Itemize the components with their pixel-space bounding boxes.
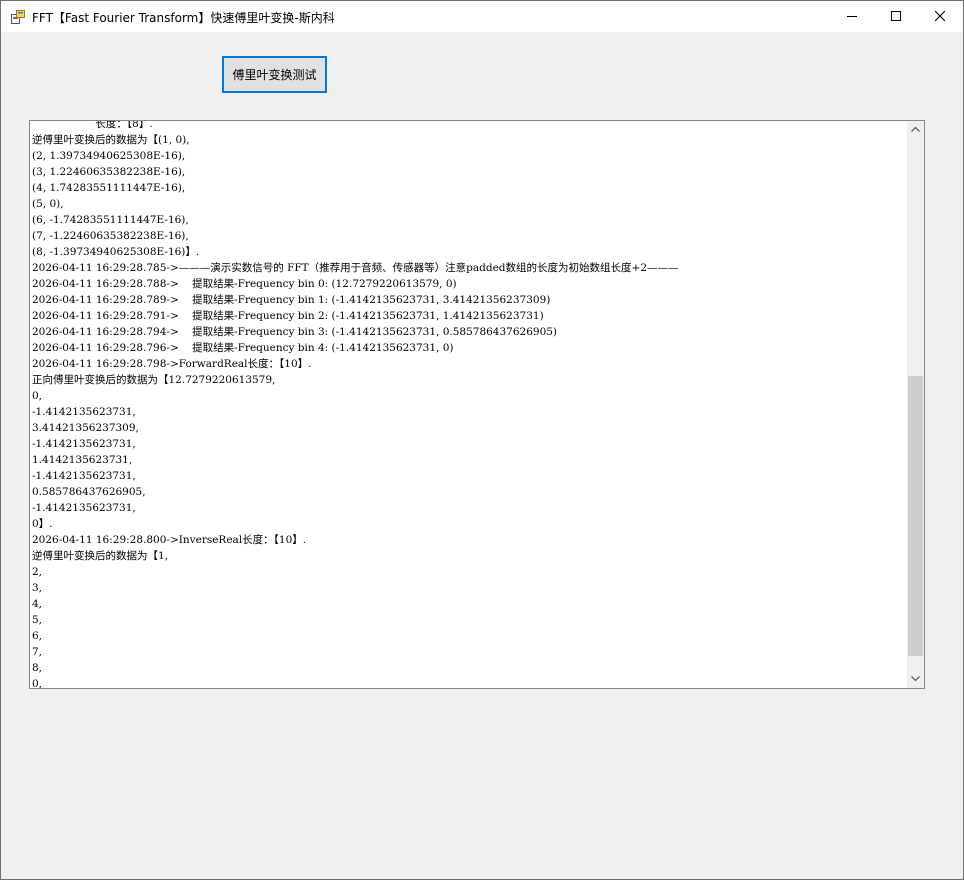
log-line: 正向傅里叶变换后的数据为【12.7279220613579, [32, 374, 276, 386]
log-line: 3, [32, 582, 43, 594]
log-line: 3.41421356237309, [32, 422, 139, 434]
log-line: -1.4142135623731, [32, 502, 136, 514]
maximize-button[interactable] [873, 1, 919, 32]
log-line: 1.4142135623731, [32, 454, 133, 466]
chevron-down-icon [911, 676, 920, 682]
log-line: 4, [32, 598, 43, 610]
log-line: 0.585786437626905, [32, 486, 146, 498]
app-icon [11, 10, 25, 24]
vertical-scrollbar[interactable] [907, 121, 924, 688]
log-line: 2026-04-11 16:29:28.791-> 提取结果-Frequency… [32, 310, 544, 322]
log-line: (8, -1.39734940625308E-16)】. [32, 246, 200, 258]
log-line: 2026-04-11 16:29:28.794-> 提取结果-Frequency… [32, 326, 558, 338]
window-title: FFT【Fast Fourier Transform】快速傅里叶变换-斯内科 [32, 11, 335, 25]
log-line: -1.4142135623731, [32, 438, 136, 450]
log-line: (4, 1.74283551111447E-16), [32, 182, 186, 194]
log-line: 8, [32, 662, 43, 674]
main-window: FFT【Fast Fourier Transform】快速傅里叶变换-斯内科 傅… [0, 0, 964, 880]
log-line: 逆傅里叶变换后的数据为【1, [32, 550, 169, 562]
scroll-down-button[interactable] [907, 671, 924, 688]
log-line: 0, [32, 390, 43, 402]
log-line: -1.4142135623731, [32, 406, 136, 418]
log-line: 2026-04-11 16:29:28.789-> 提取结果-Frequency… [32, 294, 551, 306]
log-line: 2026-04-11 16:29:28.800->InverseReal长度：【… [32, 534, 307, 546]
scroll-up-button[interactable] [907, 121, 924, 138]
log-line: (2, 1.39734940625308E-16), [32, 150, 186, 162]
minimize-icon [847, 16, 857, 17]
minimize-button[interactable] [829, 1, 875, 32]
log-line: 0】. [32, 518, 53, 530]
close-icon [935, 11, 945, 21]
maximize-icon [891, 11, 901, 21]
log-line: (3, 1.22460635382238E-16), [32, 166, 186, 178]
log-line: (6, -1.74283551111447E-16), [32, 214, 189, 226]
log-line: 2026-04-11 16:29:28.788-> 提取结果-Frequency… [32, 278, 457, 290]
fft-test-button[interactable]: 傅里叶变换测试 [222, 56, 327, 93]
log-content: 长度：【8】. 逆傅里叶变换后的数据为【(1, 0), (2, 1.39734940… [32, 121, 906, 688]
log-line: 2, [32, 566, 43, 578]
scrollbar-thumb[interactable] [908, 376, 923, 656]
title-bar[interactable]: FFT【Fast Fourier Transform】快速傅里叶变换-斯内科 [1, 1, 963, 32]
log-line: 7, [32, 646, 43, 658]
close-button[interactable] [917, 1, 963, 32]
log-line: 逆傅里叶变换后的数据为【(1, 0), [32, 134, 190, 146]
log-line: 2026-04-11 16:29:28.796-> 提取结果-Frequency… [32, 342, 454, 354]
log-line: (7, -1.22460635382238E-16), [32, 230, 189, 242]
log-lines: 长度：【8】. 逆傅里叶变换后的数据为【(1, 0), (2, 1.39734940… [32, 121, 679, 688]
log-line: 6, [32, 630, 43, 642]
log-line: 0, [32, 678, 43, 688]
log-line: 2026-04-11 16:29:28.785->———演示实数信号的 FFT（… [32, 262, 679, 274]
log-line: 长度：【8】. [32, 121, 153, 130]
log-textbox[interactable]: 长度：【8】. 逆傅里叶变换后的数据为【(1, 0), (2, 1.39734940… [29, 120, 925, 689]
log-line: -1.4142135623731, [32, 470, 136, 482]
chevron-up-icon [911, 126, 920, 132]
log-line: 5, [32, 614, 43, 626]
log-line: 2026-04-11 16:29:28.798->ForwardReal长度：【… [32, 358, 312, 370]
log-line: (5, 0), [32, 198, 64, 210]
